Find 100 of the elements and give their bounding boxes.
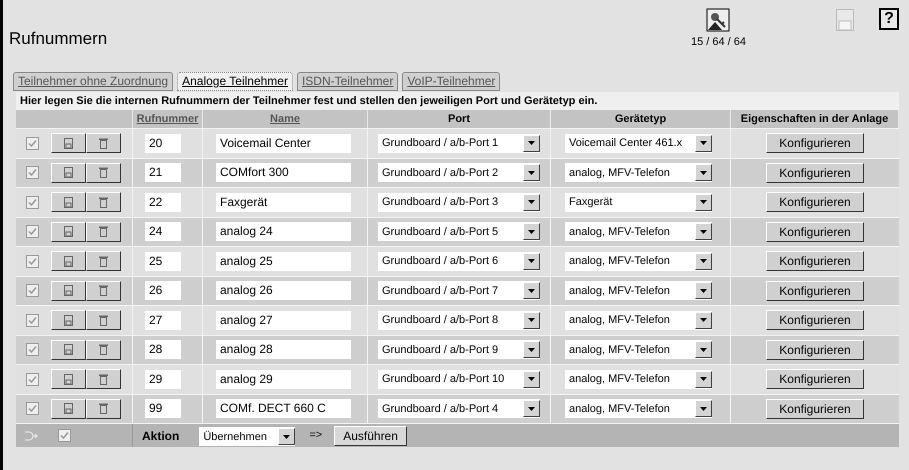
device-type-dropdown[interactable]: analog, MFV-Telefon xyxy=(565,163,712,182)
delete-button[interactable] xyxy=(86,280,121,301)
column-header: Gerätetyp xyxy=(614,112,666,127)
checkbox[interactable] xyxy=(26,196,39,209)
tab[interactable]: VoIP-Teilnehmer xyxy=(402,72,500,91)
save-button[interactable] xyxy=(51,133,86,154)
device-type-dropdown[interactable]: analog, MFV-Telefon xyxy=(565,370,712,389)
checkbox[interactable] xyxy=(58,429,71,442)
tab[interactable]: Teilnehmer ohne Zuordnung xyxy=(13,72,174,91)
name-field[interactable]: analog 24 xyxy=(216,222,351,242)
port-dropdown[interactable]: Grundboard / a/b-Port 4 xyxy=(378,399,540,418)
trash-icon xyxy=(99,196,108,208)
device-type-dropdown[interactable]: analog, MFV-Telefon xyxy=(565,310,712,330)
column-header: Eigenschaften in der Anlage xyxy=(740,112,888,127)
name-field[interactable]: analog 27 xyxy=(216,310,351,330)
tab[interactable]: ISDN-Teilnehmer xyxy=(296,72,398,91)
name-field[interactable]: COMf. DECT 660 C xyxy=(216,399,351,418)
port-dropdown[interactable]: Grundboard / a/b-Port 1 xyxy=(378,134,540,153)
checkbox[interactable] xyxy=(26,254,39,268)
save-button[interactable] xyxy=(51,369,86,390)
delete-button[interactable] xyxy=(86,340,121,360)
delete-button[interactable] xyxy=(86,222,121,242)
configure-button[interactable]: Konfigurieren xyxy=(766,340,864,360)
configure-button[interactable]: Konfigurieren xyxy=(766,310,864,330)
device-type-dropdown[interactable]: Voicemail Center 461.x xyxy=(565,134,712,153)
help-button[interactable]: ? xyxy=(879,8,899,30)
column-header: Port xyxy=(448,112,470,127)
trash-icon xyxy=(99,285,108,296)
execute-button[interactable]: Ausführen xyxy=(334,426,407,446)
configure-button[interactable]: Konfigurieren xyxy=(766,398,864,419)
number-field[interactable]: 26 xyxy=(145,281,181,300)
delete-button[interactable] xyxy=(86,192,121,212)
checkbox[interactable] xyxy=(26,225,39,238)
delete-button[interactable] xyxy=(86,369,121,390)
device-type-dropdown[interactable]: analog, MFV-Telefon xyxy=(565,399,712,418)
checkbox[interactable] xyxy=(26,166,39,180)
configure-button[interactable]: Konfigurieren xyxy=(766,133,864,154)
save-button[interactable] xyxy=(51,310,86,330)
save-button[interactable] xyxy=(51,340,86,360)
number-field[interactable]: 21 xyxy=(145,163,181,182)
port-dropdown[interactable]: Grundboard / a/b-Port 3 xyxy=(378,192,540,212)
delete-button[interactable] xyxy=(86,398,121,419)
intro-text: Hier legen Sie die internen Rufnummern der Teilnehmer fest und stellen den jeweiligen Port und Gerätetyp ein. xyxy=(16,92,899,110)
checkbox[interactable] xyxy=(26,402,39,416)
column-header[interactable]: Rufnummer xyxy=(136,110,198,128)
delete-button[interactable] xyxy=(86,162,121,183)
port-dropdown[interactable]: Grundboard / a/b-Port 8 xyxy=(378,310,540,330)
device-type-dropdown[interactable]: analog, MFV-Telefon xyxy=(565,252,712,271)
port-dropdown[interactable]: Grundboard / a/b-Port 7 xyxy=(378,281,540,300)
configure-button[interactable]: Konfigurieren xyxy=(766,251,864,272)
port-dropdown[interactable]: Grundboard / a/b-Port 10 xyxy=(378,370,540,389)
checkbox[interactable] xyxy=(26,136,39,150)
name-field[interactable]: analog 29 xyxy=(216,370,351,389)
number-field[interactable]: 24 xyxy=(145,222,181,242)
trash-icon xyxy=(99,344,108,356)
counter-text: 15 / 64 / 64 xyxy=(690,35,746,50)
port-dropdown[interactable]: Grundboard / a/b-Port 5 xyxy=(378,222,540,242)
number-field[interactable]: 25 xyxy=(145,252,181,271)
number-field[interactable]: 22 xyxy=(145,192,181,212)
save-button[interactable] xyxy=(51,280,86,301)
number-field[interactable]: 29 xyxy=(145,370,181,389)
checkbox[interactable] xyxy=(26,314,39,327)
device-type-dropdown[interactable]: analog, MFV-Telefon xyxy=(565,281,712,300)
name-field[interactable]: analog 25 xyxy=(216,252,351,271)
name-field[interactable]: Voicemail Center xyxy=(216,134,351,153)
port-dropdown[interactable]: Grundboard / a/b-Port 2 xyxy=(378,163,540,182)
name-field[interactable]: analog 28 xyxy=(216,340,351,360)
device-type-dropdown[interactable]: analog, MFV-Telefon xyxy=(565,340,712,360)
port-dropdown[interactable]: Grundboard / a/b-Port 6 xyxy=(378,252,540,271)
delete-button[interactable] xyxy=(86,133,121,154)
number-field[interactable]: 27 xyxy=(145,310,181,330)
column-header[interactable]: Name xyxy=(270,110,300,128)
port-dropdown[interactable]: Grundboard / a/b-Port 9 xyxy=(378,340,540,360)
number-field[interactable]: 28 xyxy=(145,340,181,360)
configure-button[interactable]: Konfigurieren xyxy=(766,369,864,390)
key-document-icon[interactable] xyxy=(706,8,730,32)
save-button[interactable] xyxy=(51,192,86,212)
configure-button[interactable]: Konfigurieren xyxy=(766,280,864,301)
checkbox[interactable] xyxy=(26,372,39,386)
checkbox[interactable] xyxy=(26,284,39,298)
save-button[interactable] xyxy=(51,162,86,183)
device-type-dropdown[interactable]: Faxgerät xyxy=(565,192,712,212)
plug-icon xyxy=(24,430,38,442)
save-button[interactable] xyxy=(51,251,86,272)
name-field[interactable]: analog 26 xyxy=(216,281,351,300)
number-field[interactable]: 20 xyxy=(145,134,181,153)
delete-button[interactable] xyxy=(86,251,121,272)
configure-button[interactable]: Konfigurieren xyxy=(766,162,864,183)
device-type-dropdown[interactable]: analog, MFV-Telefon xyxy=(565,222,712,242)
delete-button[interactable] xyxy=(86,310,121,330)
number-field[interactable]: 99 xyxy=(145,399,181,418)
checkbox[interactable] xyxy=(26,343,39,356)
configure-button[interactable]: Konfigurieren xyxy=(766,192,864,212)
configure-button[interactable]: Konfigurieren xyxy=(766,222,864,242)
action-dropdown[interactable]: Übernehmen xyxy=(199,427,296,446)
save-button[interactable] xyxy=(51,398,86,419)
tab[interactable]: Analoge Teilnehmer xyxy=(177,72,293,91)
name-field[interactable]: COMfort 300 xyxy=(216,163,351,182)
name-field[interactable]: Faxgerät xyxy=(216,192,351,212)
save-button[interactable] xyxy=(51,222,86,242)
